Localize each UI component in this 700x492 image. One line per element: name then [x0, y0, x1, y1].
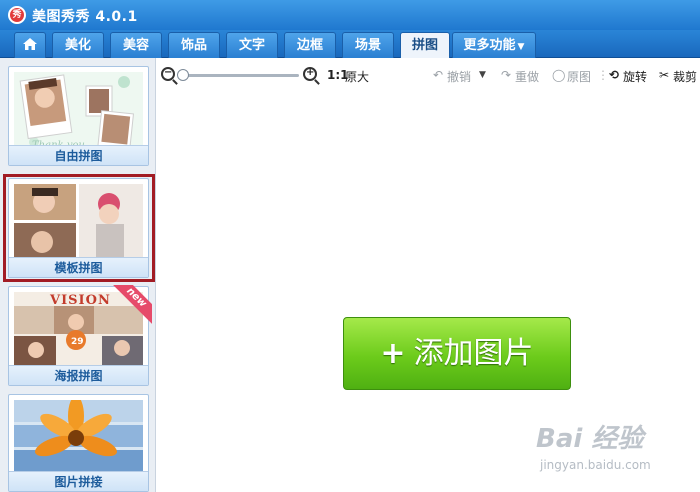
tab-more-label: 更多功能: [463, 38, 516, 53]
add-image-button[interactable]: + 添加图片: [343, 317, 571, 390]
free-collage-thumbnail: Thank you: [14, 72, 143, 152]
app-logo-icon: 秀: [8, 6, 26, 24]
scissors-icon: ✂: [659, 68, 670, 82]
add-image-label: 添加图片: [413, 336, 534, 371]
tab-more-features[interactable]: 更多功能 ▼: [452, 32, 536, 58]
sidebar-item-poster-collage[interactable]: 29 VISION new 海报拼图: [8, 285, 152, 386]
new-badge: new: [112, 285, 152, 325]
tab-home[interactable]: [14, 32, 46, 58]
redo-icon: ↷: [501, 68, 512, 82]
original-size-button[interactable]: 原大: [345, 68, 369, 85]
plus-icon: +: [380, 336, 406, 371]
zoom-slider-handle[interactable]: [177, 69, 189, 81]
window-title: 美图秀秀 4.0.1: [32, 9, 138, 25]
tab-frames[interactable]: 边框: [284, 32, 336, 58]
chevron-down-icon: ▼: [517, 42, 525, 52]
undo-icon: ↶: [433, 68, 444, 82]
sidebar-item-image-stitch[interactable]: 图片拼接: [8, 394, 149, 492]
canvas-toolbar: − + 1:1 原大 ↶ 撤销 ▼ ↷ 重做 ◯ 原图 ⋮ ⟲ 旋转 ✂ 裁剪: [157, 58, 700, 92]
baidu-watermark-url: jingyan.baidu.com: [540, 458, 651, 472]
zoom-out-icon[interactable]: −: [161, 67, 175, 81]
redo-button[interactable]: 重做: [515, 68, 539, 85]
image-stitch-thumbnail: [14, 400, 143, 472]
crop-button[interactable]: 裁剪: [673, 68, 700, 85]
sidebar-item-label: 海报拼图: [9, 365, 148, 385]
poster-title: VISION: [50, 293, 111, 308]
rotate-icon: ⟲: [609, 68, 620, 82]
home-icon: [23, 34, 37, 50]
main-tab-bar: 美化 美容 饰品 文字 边框 场景 拼图 更多功能 ▼: [0, 30, 700, 59]
tab-text[interactable]: 文字: [226, 32, 278, 58]
title-bar: 秀 美图秀秀 4.0.1: [0, 0, 700, 30]
tab-collage[interactable]: 拼图: [400, 32, 450, 59]
toolbar-separator: ⋮: [597, 68, 609, 82]
rotate-button[interactable]: 旋转: [623, 68, 647, 85]
tab-scenes[interactable]: 场景: [342, 32, 394, 58]
selection-highlight: [3, 174, 155, 282]
tab-decorations[interactable]: 饰品: [168, 32, 220, 58]
sidebar-item-free-collage[interactable]: Thank you 自由拼图: [8, 66, 149, 166]
sidebar-item-label: 图片拼接: [9, 471, 148, 491]
poster-number: 29: [71, 337, 84, 347]
zoom-in-icon[interactable]: +: [303, 67, 317, 81]
original-icon: ◯: [552, 68, 566, 82]
tab-beautify[interactable]: 美化: [52, 32, 104, 58]
undo-history-dropdown-icon[interactable]: ▼: [479, 70, 486, 80]
new-badge-label: new: [112, 285, 152, 325]
baidu-watermark: Bai 经验: [536, 424, 644, 454]
tab-portrait[interactable]: 美容: [110, 32, 162, 58]
undo-button[interactable]: 撤销: [447, 68, 471, 85]
zoom-slider[interactable]: [177, 69, 299, 81]
original-image-button[interactable]: 原图: [567, 68, 591, 85]
sidebar-item-label: 自由拼图: [9, 145, 148, 165]
